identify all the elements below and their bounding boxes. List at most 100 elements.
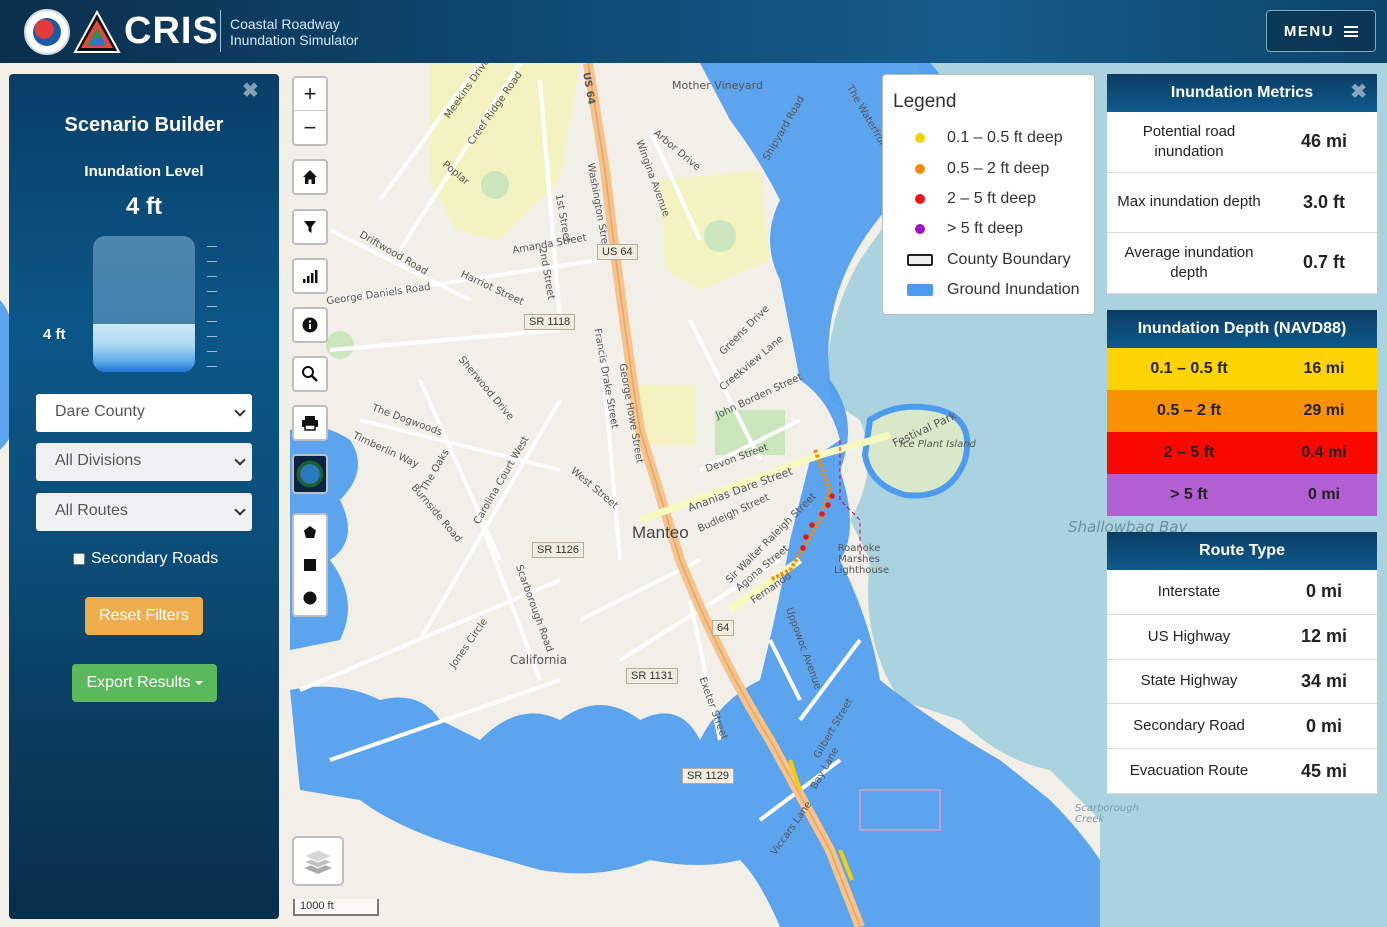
caret-down-icon — [194, 680, 203, 685]
draw-polygon-button[interactable] — [294, 515, 326, 548]
chart-button[interactable] — [292, 258, 328, 294]
legend-item: 2 – 5 ft deep — [893, 184, 1084, 214]
zoom-control: + − — [292, 76, 328, 146]
map-label: Roanoke Marshes Lighthouse — [834, 543, 890, 576]
depth-label: 2 – 5 ft — [1163, 444, 1215, 461]
scenario-builder-panel: ✖ Scenario Builder Inundation Level 4 ft… — [9, 74, 279, 919]
secondary-roads-toggle[interactable]: Secondary Roads — [73, 550, 218, 568]
circle-icon — [303, 591, 317, 604]
reset-filters-button[interactable]: Reset Filters — [85, 597, 203, 635]
chevron-down-icon — [234, 454, 246, 466]
legend-label: County Boundary — [947, 250, 1071, 268]
legend-dot-icon — [915, 193, 925, 204]
legend-item: Ground Inundation — [893, 275, 1084, 305]
top-bar: CRIS Coastal Roadway Inundation Simulato… — [0, 0, 1387, 63]
close-icon[interactable]: ✖ — [1350, 73, 1367, 111]
scale-bar: 1000 ft — [293, 899, 379, 916]
export-results-button[interactable]: Export Results — [72, 664, 217, 702]
draw-rectangle-button[interactable] — [294, 548, 326, 581]
depth-value: 29 mi — [1303, 402, 1345, 419]
inundation-level-value: 4 ft — [126, 193, 162, 220]
depth-value: 0.4 mi — [1301, 444, 1347, 461]
legend-symbol — [893, 133, 947, 144]
map-label: Ice Plant Island — [900, 439, 976, 450]
close-icon[interactable]: ✖ — [242, 78, 259, 103]
polygon-icon — [304, 525, 316, 538]
route-type-row: State Highway 34 mi — [1107, 660, 1377, 705]
info-button[interactable] — [292, 307, 328, 343]
legend-label: 0.1 – 0.5 ft deep — [947, 129, 1063, 147]
route-shield: SR 1126 — [532, 542, 584, 558]
legend-symbol — [893, 163, 947, 174]
map-label: California — [510, 653, 567, 667]
town-label: Manteo — [632, 523, 689, 542]
legend-symbol — [893, 224, 947, 235]
layers-button[interactable] — [292, 836, 344, 886]
division-select[interactable]: All Divisions — [36, 443, 252, 481]
legend-dot-icon — [915, 163, 925, 174]
route-type-header: Route Type — [1107, 532, 1377, 570]
map-label: Scarborough Creek — [1075, 803, 1139, 825]
depth-row: 0.5 – 2 ft 29 mi — [1107, 390, 1377, 432]
inundation-gauge[interactable] — [93, 236, 195, 372]
chevron-down-icon — [234, 504, 246, 516]
subtitle-line-1: Coastal Roadway — [230, 16, 340, 32]
route-select[interactable]: All Routes — [36, 493, 252, 531]
legend-dot-icon — [915, 224, 925, 235]
printer-icon — [302, 416, 318, 431]
metric-label: Max inundation depth — [1117, 193, 1261, 211]
secondary-roads-checkbox[interactable] — [73, 553, 85, 565]
depth-value: 16 mi — [1303, 360, 1345, 377]
search-icon — [302, 366, 318, 382]
brand-title: CRIS — [124, 10, 219, 52]
inundation-level-label: Inundation Level — [84, 163, 204, 180]
route-type-label: Interstate — [1157, 582, 1221, 600]
menu-button[interactable]: MENU — [1266, 10, 1376, 52]
route-type-label: Secondary Road — [1133, 717, 1245, 735]
legend-title: Legend — [893, 91, 957, 112]
legend-symbol — [893, 253, 947, 266]
search-button[interactable] — [292, 356, 328, 392]
depth-label: > 5 ft — [1170, 486, 1208, 503]
county-select-value: Dare County — [55, 403, 145, 420]
route-type-value: 0 mi — [1305, 715, 1343, 736]
route-type-value: 12 mi — [1300, 626, 1348, 647]
layers-icon — [303, 849, 333, 874]
route-type-row: Secondary Road 0 mi — [1107, 704, 1377, 750]
gauge-level-marker: 4 ft — [43, 326, 66, 343]
filter-button[interactable] — [292, 209, 328, 245]
legend-dot-icon — [915, 133, 925, 144]
depth-value: 0 mi — [1307, 486, 1340, 503]
inundation-metrics-panel: Inundation Metrics ✖ Potential road inun… — [1107, 74, 1377, 294]
legend-symbol — [893, 193, 947, 204]
route-type-row: US Highway 12 mi — [1107, 615, 1377, 660]
county-select[interactable]: Dare County — [36, 394, 252, 432]
legend-item: > 5 ft deep — [893, 214, 1084, 244]
gauge-tick — [207, 276, 217, 277]
gauge-fill — [93, 324, 195, 372]
filter-icon — [304, 221, 316, 233]
route-type-value: 34 mi — [1300, 670, 1348, 691]
ncdot-logo — [24, 9, 70, 55]
brand-subtitle: Coastal Roadway Inundation Simulator — [230, 16, 358, 48]
menu-label: MENU — [1283, 22, 1335, 40]
zoom-out-button[interactable]: − — [294, 111, 326, 144]
zoom-in-button[interactable]: + — [294, 78, 326, 111]
gauge-tick — [207, 321, 217, 322]
basemap-button[interactable] — [292, 454, 328, 494]
metric-value: 46 mi — [1300, 131, 1348, 152]
bar-chart-icon — [303, 270, 318, 283]
depth-row: > 5 ft 0 mi — [1107, 474, 1377, 516]
division-select-value: All Divisions — [55, 452, 142, 469]
home-button[interactable] — [292, 159, 328, 195]
route-type-label: US Highway — [1147, 627, 1231, 645]
draw-circle-button[interactable] — [294, 581, 326, 614]
route-type-row: Evacuation Route 45 mi — [1107, 749, 1377, 794]
depth-row: 2 – 5 ft 0.4 mi — [1107, 432, 1377, 474]
print-button[interactable] — [292, 405, 328, 441]
legend-label: > 5 ft deep — [947, 220, 1024, 238]
chevron-down-icon — [234, 405, 246, 417]
square-icon — [304, 558, 316, 571]
nc-triangle-logo — [73, 10, 121, 53]
route-shield: SR 1118 — [524, 314, 576, 330]
